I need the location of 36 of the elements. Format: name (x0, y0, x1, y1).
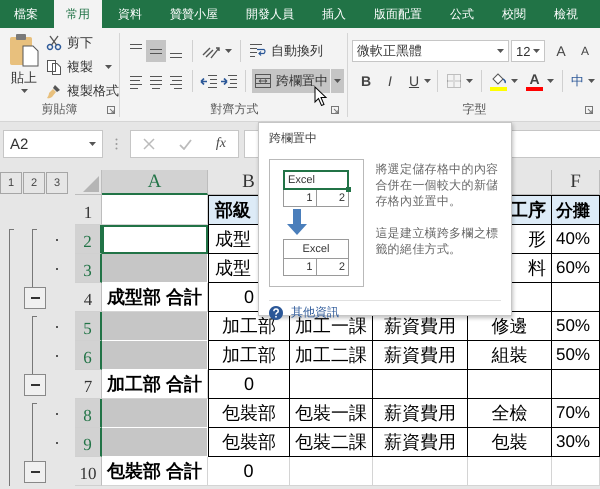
table-cell: 0 (208, 457, 290, 486)
table-cell: 全檢 (468, 399, 552, 428)
group-label: 字型 (462, 100, 486, 118)
diagram-cell: 2 (316, 190, 349, 207)
table-cell: 包裝一課 (290, 399, 373, 428)
table-cell: 薪資費用 (373, 341, 468, 370)
diagram-cell: Excel (283, 170, 349, 190)
table-cell: 包裝部 (208, 399, 290, 428)
table-cell: 包裝部 合計 (102, 457, 208, 486)
table-cell: 70% (552, 399, 600, 428)
diagram-cell: Excel (283, 239, 349, 259)
table-cell: 加工部 合計 (102, 370, 208, 399)
table-cell: 加工部 (208, 341, 290, 370)
group-label: 對齊方式 (210, 100, 258, 118)
table-cell: 薪資費用 (373, 399, 468, 428)
table-cell: 修邊 (468, 312, 552, 341)
diagram-cell: 1 (283, 190, 316, 207)
diagram-cell: 2 (316, 259, 349, 276)
table-cell: 50% (552, 312, 600, 341)
table-cell: 包裝二課 (290, 428, 373, 457)
table-cell: 包裝部 (208, 428, 290, 457)
table-cell: 60% (552, 254, 600, 283)
table-cell: 50% (552, 341, 600, 370)
table-cell: 薪資費用 (373, 428, 468, 457)
table-cell: 分攤 (552, 195, 600, 225)
table-cell: 0 (208, 370, 290, 399)
table-cell: 成型部 合計 (102, 283, 208, 312)
font-color-letter: A (529, 72, 540, 86)
table-cell: 加工二課 (290, 341, 373, 370)
tooltip-title: 跨欄置中 (269, 130, 318, 147)
table-cell: 組裝 (468, 341, 552, 370)
diagram-cell: 1 (283, 259, 316, 276)
group-label: 剪貼簿 (42, 100, 78, 118)
table-cell: 30% (552, 428, 600, 457)
table-cell: 包裝 (468, 428, 552, 457)
table-cell: 40% (552, 225, 600, 254)
